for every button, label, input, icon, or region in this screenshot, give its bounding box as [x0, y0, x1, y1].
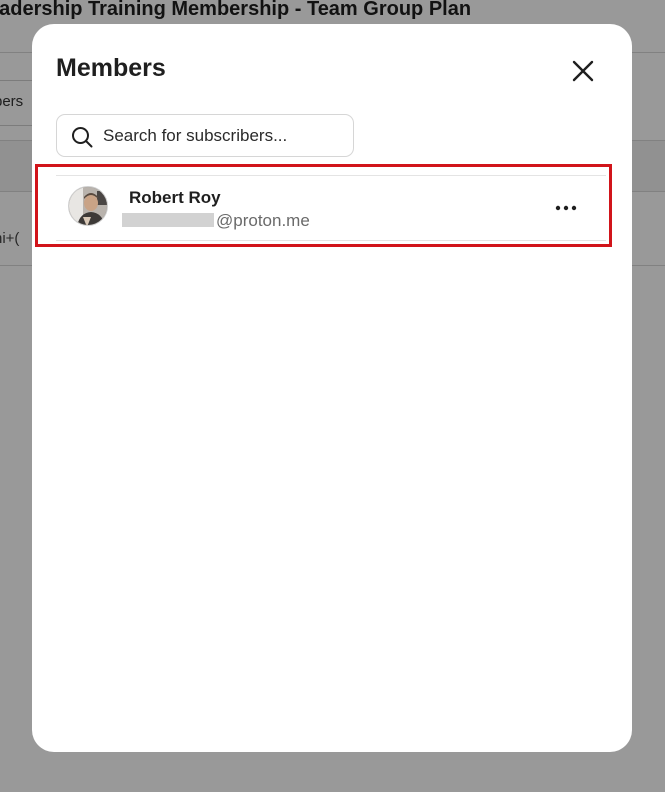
search-input[interactable] [103, 121, 343, 151]
members-modal: Members Robert Roy @proton.me [32, 24, 632, 752]
search-field[interactable] [56, 114, 354, 157]
close-icon [572, 60, 594, 82]
highlight-annotation [35, 164, 612, 247]
modal-title: Members [56, 54, 166, 82]
search-icon [72, 127, 93, 148]
close-button[interactable] [568, 56, 598, 86]
